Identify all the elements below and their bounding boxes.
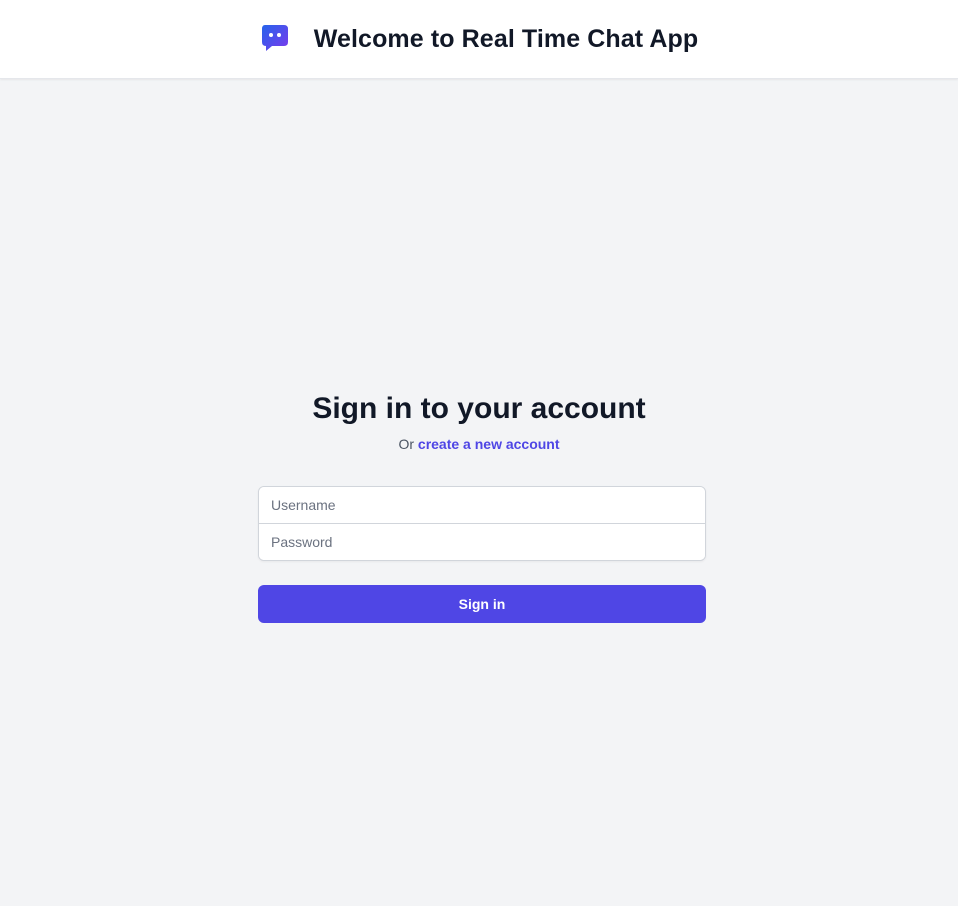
- app-header: Welcome to Real Time Chat App: [0, 0, 958, 79]
- signin-subtitle: Or create a new account: [0, 435, 958, 453]
- chat-bubble-icon: [260, 23, 290, 53]
- password-input[interactable]: [259, 524, 705, 560]
- app-title: Welcome to Real Time Chat App: [313, 24, 699, 53]
- credentials-group: [258, 486, 706, 561]
- create-account-link[interactable]: create a new account: [418, 436, 560, 452]
- signin-title: Sign in to your account: [312, 392, 646, 425]
- username-input[interactable]: [259, 487, 705, 523]
- subtitle-prefix: Or: [398, 436, 415, 452]
- signin-button[interactable]: Sign in: [258, 585, 706, 623]
- signin-panel: Sign in to your account Or create a new …: [0, 79, 958, 906]
